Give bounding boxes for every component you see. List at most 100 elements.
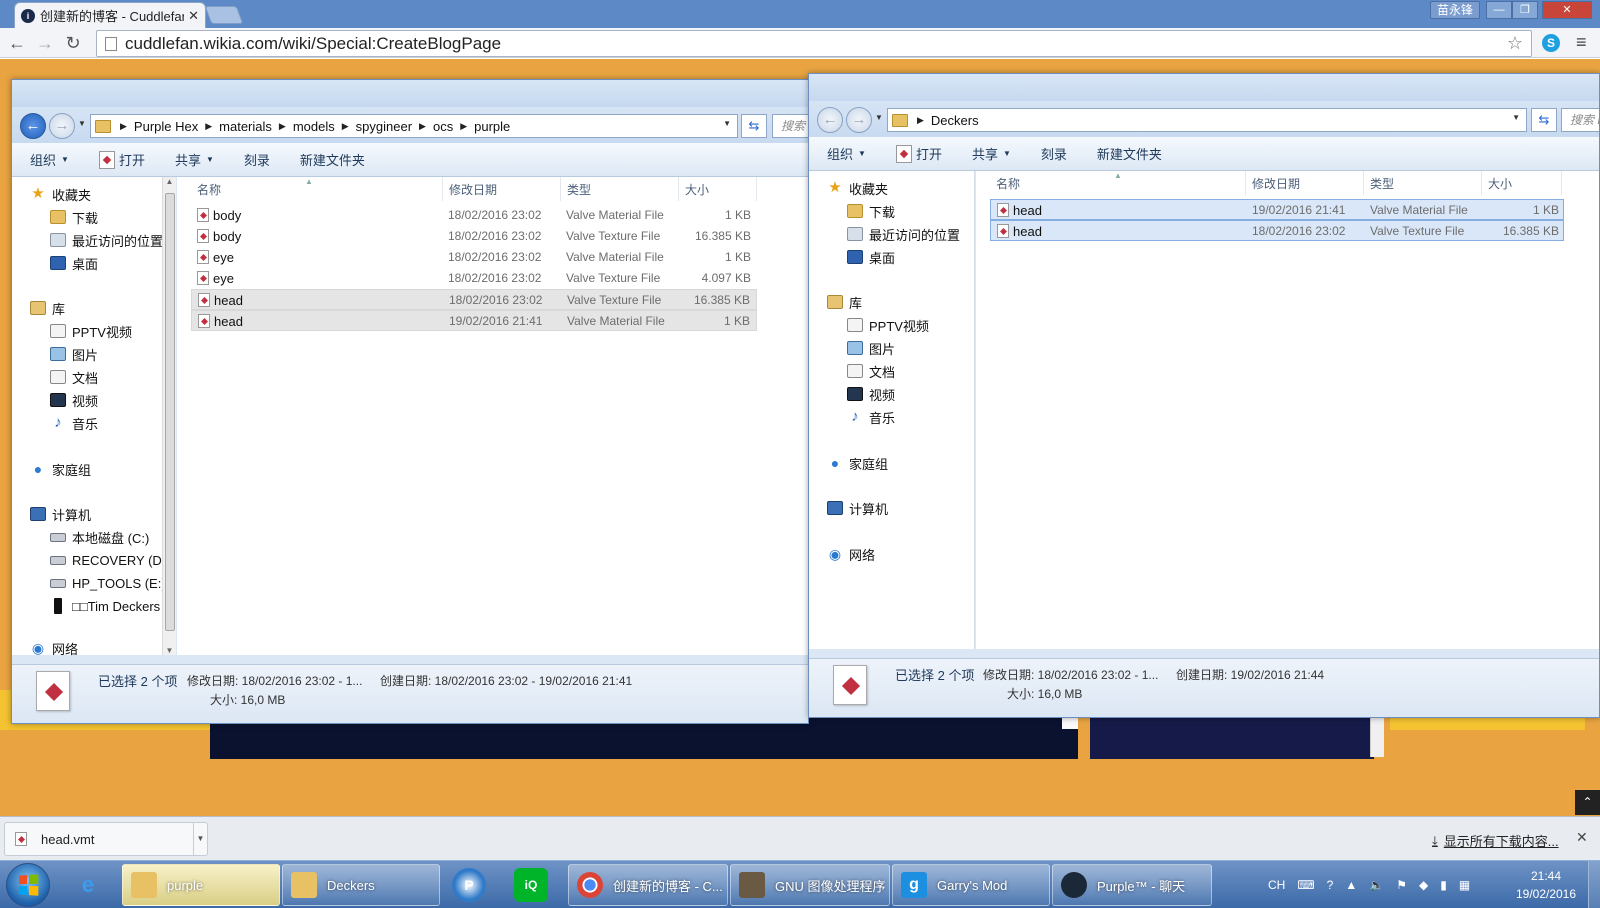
scroll-to-top-icon[interactable]: ⌃ xyxy=(1575,790,1600,815)
nav-downloads[interactable]: 下载 xyxy=(847,200,895,222)
breadcrumb-item[interactable]: spygineer xyxy=(356,119,412,134)
scroll-down-icon[interactable]: ▼ xyxy=(163,646,176,655)
open-button[interactable]: 打开 xyxy=(895,144,942,163)
explorer-titlebar[interactable] xyxy=(809,74,1599,102)
nav-favorites[interactable]: ★ 收藏夹 xyxy=(30,183,91,205)
nav-network[interactable]: ◉ 网络 xyxy=(30,637,78,659)
file-row[interactable]: head 18/02/2016 23:02 Valve Texture File… xyxy=(990,220,1564,241)
explorer-back-icon[interactable]: ← xyxy=(817,107,843,133)
taskbar-gimp[interactable]: GNU 图像处理程序 xyxy=(730,864,890,906)
close-window-button[interactable]: ✕ xyxy=(1542,1,1592,19)
column-header-date[interactable]: 修改日期 xyxy=(1246,171,1364,195)
breadcrumb-item[interactable]: purple xyxy=(474,119,510,134)
explorer-back-icon[interactable]: ← xyxy=(20,113,46,139)
skype-extension-icon[interactable]: S xyxy=(1542,34,1560,52)
nav-favorites[interactable]: ★ 收藏夹 xyxy=(827,177,888,199)
help-icon[interactable]: ? xyxy=(1327,878,1334,892)
security-icon[interactable]: ◆ xyxy=(1419,878,1428,892)
nav-music[interactable]: ♪ 音乐 xyxy=(50,412,98,434)
reload-icon[interactable]: ↻ xyxy=(62,32,84,54)
nav-downloads[interactable]: 下载 xyxy=(50,206,98,228)
column-header-date[interactable]: 修改日期 xyxy=(443,177,561,201)
history-dropdown-icon[interactable]: ▼ xyxy=(875,113,883,122)
file-row[interactable]: eye 18/02/2016 23:02 Valve Material File… xyxy=(191,247,757,268)
nav-drive-d[interactable]: RECOVERY (D:) xyxy=(50,549,170,571)
download-item[interactable]: head.vmt ▼ xyxy=(4,822,208,856)
breadcrumb-item[interactable]: ocs xyxy=(433,119,453,134)
file-row[interactable]: eye 18/02/2016 23:02 Valve Texture File … xyxy=(191,268,757,289)
chrome-menu-icon[interactable]: ≡ xyxy=(1576,32,1587,53)
file-row[interactable]: body 18/02/2016 23:02 Valve Material Fil… xyxy=(191,205,757,226)
forward-arrow-icon[interactable]: → xyxy=(34,32,56,54)
nav-desktop[interactable]: 桌面 xyxy=(847,246,895,268)
nav-libraries[interactable]: 库 xyxy=(827,291,862,313)
explorer-address-bar[interactable]: ▶ Purple Hex ▶ materials ▶ models ▶ spyg… xyxy=(90,114,738,138)
file-row[interactable]: body 18/02/2016 23:02 Valve Texture File… xyxy=(191,226,757,247)
nav-pptv[interactable]: PPTV视频 xyxy=(847,314,929,336)
tab-close-icon[interactable]: ✕ xyxy=(188,8,199,24)
share-menu[interactable]: 共享 ▼ xyxy=(972,144,1011,163)
address-dropdown-icon[interactable]: ▼ xyxy=(1512,113,1520,122)
nav-desktop[interactable]: 桌面 xyxy=(50,252,98,274)
taskbar-explorer-deckers[interactable]: Deckers xyxy=(282,864,440,906)
nav-documents[interactable]: 文档 xyxy=(847,360,895,382)
explorer-refresh-icon[interactable]: ⇆ xyxy=(1531,108,1557,132)
nav-phone[interactable]: □□Tim Deckers xyxy=(50,595,160,617)
restore-button[interactable]: ❐ xyxy=(1512,1,1538,19)
show-all-downloads-link[interactable]: ⤓ 显示所有下载内容... xyxy=(1432,831,1559,850)
nav-computer[interactable]: 计算机 xyxy=(30,503,91,525)
nav-recent[interactable]: 最近访问的位置 xyxy=(847,223,960,245)
new-folder-button[interactable]: 新建文件夹 xyxy=(300,150,365,169)
taskbar-steam-chat[interactable]: Purple™ - 聊天 xyxy=(1052,864,1212,906)
column-header-type[interactable]: 类型 xyxy=(1364,171,1482,195)
file-row[interactable]: head 19/02/2016 21:41 Valve Material Fil… xyxy=(191,310,757,331)
network-signal-icon[interactable]: ▮ xyxy=(1440,878,1447,892)
windows-tray-icon[interactable]: ▦ xyxy=(1459,878,1470,892)
explorer-address-bar[interactable]: ▶ Deckers ▼ xyxy=(887,108,1527,132)
system-clock[interactable]: 21:44 19/02/2016 xyxy=(1508,867,1584,903)
tray-overflow-icon[interactable]: ▲ xyxy=(1345,878,1357,892)
nav-pictures[interactable]: 图片 xyxy=(847,337,895,359)
address-dropdown-icon[interactable]: ▼ xyxy=(723,119,731,128)
volume-icon[interactable]: 🔈 xyxy=(1369,878,1384,892)
iqiyi-icon[interactable]: iQ xyxy=(514,868,548,902)
burn-button[interactable]: 刻录 xyxy=(1041,144,1067,163)
nav-drive-e[interactable]: HP_TOOLS (E:) xyxy=(50,572,166,594)
nav-videos[interactable]: 视频 xyxy=(847,383,895,405)
keyboard-icon[interactable]: ⌨ xyxy=(1297,878,1314,892)
column-header-size[interactable]: 大小 xyxy=(1482,171,1562,195)
new-folder-button[interactable]: 新建文件夹 xyxy=(1097,144,1162,163)
explorer-refresh-icon[interactable]: ⇆ xyxy=(741,114,767,138)
taskbar-chrome[interactable]: 创建新的博客 - C... xyxy=(568,864,728,906)
organize-menu[interactable]: 组织 ▼ xyxy=(30,150,69,169)
column-header-name[interactable]: 名称 xyxy=(191,177,443,201)
nav-homegroup[interactable]: ● 家庭组 xyxy=(827,452,888,474)
nav-recent[interactable]: 最近访问的位置 xyxy=(50,229,163,251)
nav-documents[interactable]: 文档 xyxy=(50,366,98,388)
back-arrow-icon[interactable]: ← xyxy=(6,32,28,54)
browser-tab[interactable]: i 创建新的博客 - Cuddlefan ✕ xyxy=(14,2,206,28)
input-language[interactable]: CH xyxy=(1268,878,1285,892)
breadcrumb-item[interactable]: Purple Hex xyxy=(134,119,198,134)
organize-menu[interactable]: 组织 ▼ xyxy=(827,144,866,163)
nav-music[interactable]: ♪ 音乐 xyxy=(847,406,895,428)
nav-scroll-thumb[interactable] xyxy=(165,193,175,631)
show-desktop-button[interactable] xyxy=(1588,861,1600,908)
internet-explorer-icon[interactable]: e xyxy=(68,865,108,905)
pptv-icon[interactable]: P xyxy=(452,868,486,902)
file-row[interactable]: head 19/02/2016 21:41 Valve Material Fil… xyxy=(990,199,1564,220)
nav-scrollbar[interactable]: ▲ ▼ xyxy=(162,177,176,655)
nav-libraries[interactable]: 库 xyxy=(30,297,65,319)
open-button[interactable]: 打开 xyxy=(98,150,145,169)
nav-drive-c[interactable]: 本地磁盘 (C:) xyxy=(50,526,149,548)
minimize-button[interactable]: — xyxy=(1486,1,1512,19)
explorer-search-input[interactable]: 搜索 Deckers xyxy=(1561,108,1599,132)
window-user-badge[interactable]: 苗永锋 xyxy=(1429,1,1480,19)
explorer-forward-icon[interactable]: → xyxy=(49,113,75,139)
explorer-forward-icon[interactable]: → xyxy=(846,107,872,133)
nav-pptv[interactable]: PPTV视频 xyxy=(50,320,132,342)
explorer-titlebar[interactable] xyxy=(12,80,808,108)
nav-homegroup[interactable]: ● 家庭组 xyxy=(30,458,91,480)
start-button[interactable] xyxy=(6,863,50,907)
nav-pictures[interactable]: 图片 xyxy=(50,343,98,365)
